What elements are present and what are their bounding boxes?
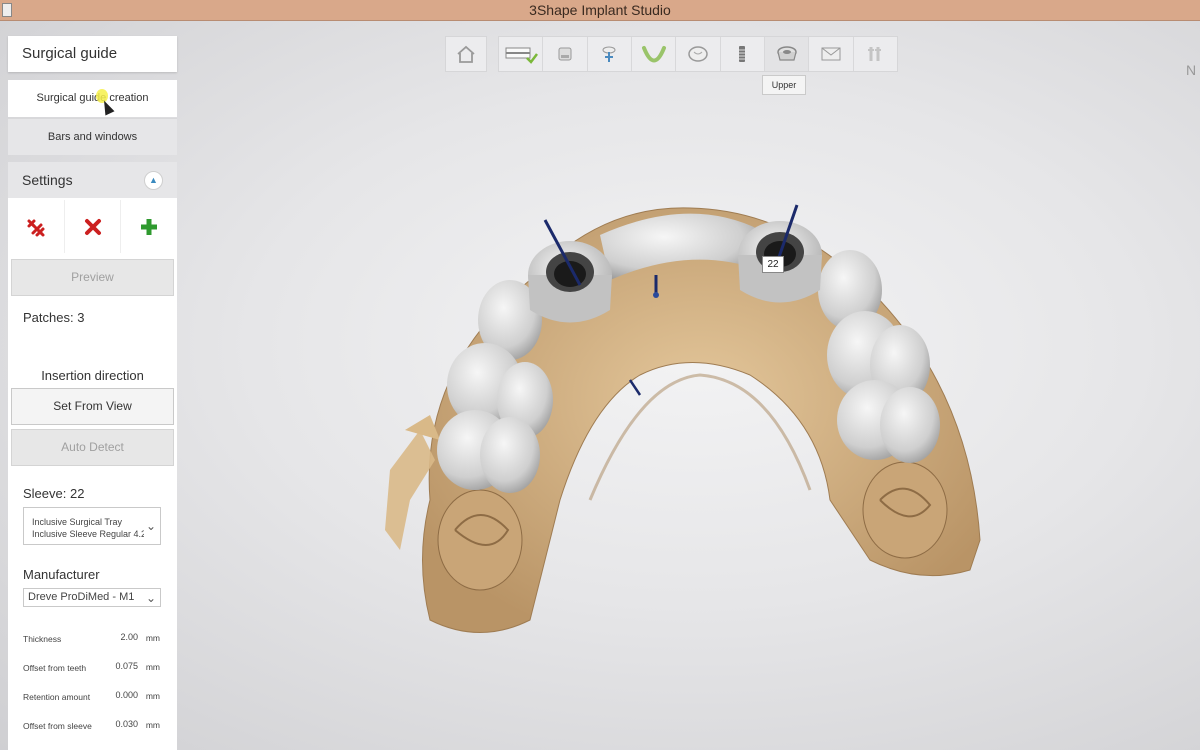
sleeve-option-line1: Inclusive Surgical Tray — [32, 517, 123, 527]
property-unit: mm — [145, 691, 160, 701]
implant-label[interactable]: 22 — [762, 256, 784, 273]
delete-all-icon — [27, 219, 45, 236]
property-name: Retention amount — [23, 692, 91, 702]
planning-step-icon — [602, 46, 616, 62]
home-button[interactable] — [445, 36, 487, 72]
property-retention-amount: Retention amount 0.000 mm — [23, 690, 160, 704]
workflow-steps — [498, 36, 898, 72]
preview-button[interactable]: Preview — [11, 259, 174, 296]
chevron-down-icon: ⌄ — [145, 519, 156, 533]
home-icon — [457, 45, 475, 63]
property-unit: mm — [145, 633, 160, 643]
step-envelope[interactable] — [809, 37, 854, 71]
property-unit: mm — [145, 662, 160, 672]
manufacturer-label: Manufacturer — [23, 567, 100, 582]
auto-detect-button[interactable]: Auto Detect — [11, 429, 174, 466]
scan-step-icon — [505, 47, 538, 64]
property-value[interactable]: 2.00 — [120, 632, 138, 642]
subnav-bars-and-windows[interactable]: Bars and windows — [8, 118, 177, 155]
step-tooltip: Upper — [762, 75, 806, 95]
chevron-down-icon: ⌄ — [145, 590, 156, 605]
model-step-icon — [558, 47, 572, 61]
patch-tools — [8, 200, 177, 253]
property-unit: mm — [145, 720, 160, 730]
add-button[interactable] — [121, 200, 177, 253]
delete-button[interactable] — [65, 200, 122, 253]
title-bar: 3Shape Implant Studio — [0, 0, 1200, 21]
envelope-step-icon — [821, 47, 841, 61]
step-guide[interactable] — [764, 37, 810, 71]
property-name: Offset from teeth — [23, 663, 87, 673]
sleeve-select[interactable]: Inclusive Surgical Tray Inclusive Sleeve… — [23, 507, 161, 545]
property-value[interactable]: 0.000 — [115, 690, 138, 700]
manufacturer-value: Dreve ProDiMed - M1 — [28, 591, 135, 603]
implant-step-icon — [739, 46, 746, 62]
sleeve-step-icon — [868, 47, 882, 61]
settings-section-header[interactable]: Settings ▲ — [8, 162, 177, 198]
delete-icon — [84, 218, 101, 235]
step-scan[interactable] — [499, 37, 544, 71]
property-offset-from-teeth: Offset from teeth 0.075 mm — [23, 661, 160, 675]
step-planning[interactable] — [588, 37, 632, 71]
sleeve-option-line2: Inclusive Sleeve Regular 4.2 — [32, 529, 144, 539]
manufacturer-select[interactable]: Dreve ProDiMed - M1 ⌄ — [23, 588, 161, 607]
step-model[interactable] — [543, 37, 588, 71]
delete-all-button[interactable] — [8, 200, 65, 253]
step-arch[interactable] — [632, 37, 677, 71]
step-sleeve[interactable] — [854, 37, 897, 71]
settings-title: Settings — [22, 172, 73, 188]
3d-viewport[interactable]: 22 — [360, 200, 1000, 655]
add-icon — [141, 218, 158, 235]
dental-model-render — [385, 204, 981, 633]
step-tooth[interactable] — [676, 37, 721, 71]
property-thickness: Thickness 2.00 mm — [23, 632, 160, 646]
viewport-edge-text: N — [1186, 62, 1197, 78]
guide-step-icon — [776, 46, 797, 61]
property-offset-from-sleeve: Offset from sleeve 0.030 mm — [23, 719, 160, 733]
subnav-surgical-guide-creation[interactable]: Surgical guide creation — [8, 80, 177, 117]
tooth-step-icon — [688, 46, 708, 62]
property-value[interactable]: 0.030 — [115, 719, 138, 729]
arch-step-icon — [641, 46, 666, 63]
app-icon — [2, 3, 12, 17]
panel-header: Surgical guide — [8, 36, 177, 72]
property-name: Offset from sleeve — [23, 721, 92, 731]
set-from-view-button[interactable]: Set From View — [11, 388, 174, 425]
step-implant[interactable] — [721, 37, 765, 71]
window-title: 3Shape Implant Studio — [529, 2, 671, 18]
property-value[interactable]: 0.075 — [115, 661, 138, 671]
property-name: Thickness — [23, 634, 62, 644]
insertion-direction-label: Insertion direction — [41, 368, 144, 383]
sleeve-label: Sleeve: 22 — [23, 486, 85, 501]
collapse-icon[interactable]: ▲ — [144, 171, 163, 190]
patches-count: Patches: 3 — [23, 310, 85, 325]
